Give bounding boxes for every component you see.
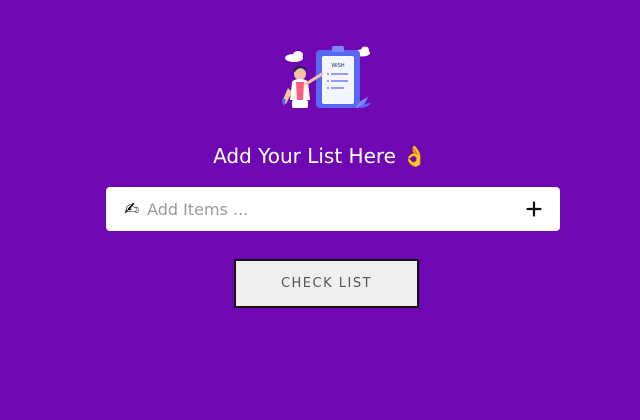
plus-icon [526, 201, 542, 217]
todo-list-illustration-icon: WISH [278, 44, 374, 112]
writing-hand-icon: ✍ [124, 198, 140, 220]
board-text: WISH [331, 63, 345, 69]
add-item-input[interactable] [147, 199, 522, 219]
add-item-button[interactable] [522, 197, 546, 221]
page-title: Add Your List Here [213, 144, 396, 168]
page-heading: Add Your List Here 👌 [0, 142, 640, 170]
ok-hand-emoji: 👌 [401, 144, 427, 168]
check-list-button[interactable]: CHECK LIST [234, 259, 419, 308]
add-item-bar: ✍ [106, 187, 560, 231]
